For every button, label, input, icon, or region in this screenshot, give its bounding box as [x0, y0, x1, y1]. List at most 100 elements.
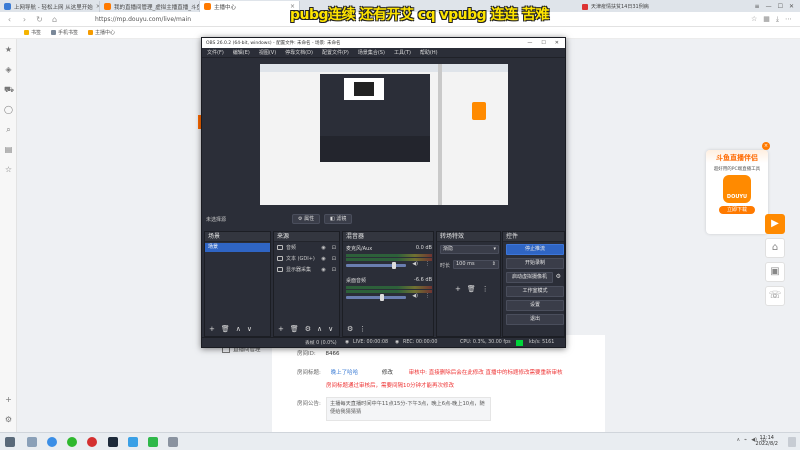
extensions-icon[interactable]: ▦	[763, 15, 770, 24]
menu-icon[interactable]: ≡	[755, 3, 760, 10]
source-item[interactable]: 显示器采集 ◉ ⊡	[274, 264, 339, 275]
settings-icon[interactable]: ⋮	[425, 293, 430, 299]
menu-view[interactable]: 视图(V)	[259, 49, 276, 56]
volume-slider-handle[interactable]	[392, 262, 396, 269]
edit-title-button[interactable]: 修改	[382, 370, 393, 376]
transition-type-select[interactable]: 渐隐 ▾	[440, 245, 499, 254]
network-icon[interactable]: ⌁	[744, 437, 747, 444]
wechat-icon[interactable]	[148, 437, 158, 447]
add-icon[interactable]: +	[455, 285, 461, 293]
move-up-icon[interactable]: ∧	[317, 325, 322, 333]
browser-icon[interactable]	[47, 437, 57, 447]
menu-scene-collection[interactable]: 场景集合(S)	[358, 49, 385, 56]
lock-icon[interactable]: ⊡	[332, 267, 336, 273]
delete-icon[interactable]: 🗑	[221, 325, 230, 333]
visibility-eye-icon[interactable]: ◉	[321, 267, 325, 273]
360-browser-icon[interactable]	[67, 437, 77, 447]
customer-service-icon[interactable]: ☏	[765, 286, 785, 306]
close-icon[interactable]: ✕	[555, 40, 559, 46]
properties-button[interactable]: ⚙ 属性	[292, 214, 321, 224]
settings-button[interactable]: 设置	[506, 300, 564, 311]
menu-edit[interactable]: 编辑(E)	[233, 49, 250, 56]
volume-slider[interactable]	[346, 262, 406, 269]
close-promo-icon[interactable]: ×	[762, 142, 770, 150]
maximize-icon[interactable]: ☐	[541, 40, 545, 46]
visibility-eye-icon[interactable]: ◉	[321, 256, 325, 262]
virtual-camera-settings-icon[interactable]: ⚙	[556, 273, 561, 280]
home-icon[interactable]: ⌂	[50, 15, 59, 24]
source-item[interactable]: 文本 (GDI+) ◉ ⊡	[274, 253, 339, 264]
tab-room-management[interactable]: 我的直播间管理_虚拟主播直播_斗鱼 ×	[100, 1, 200, 12]
start-recording-button[interactable]: 开始录制	[506, 258, 564, 269]
menu-help[interactable]: 帮助(H)	[420, 49, 438, 56]
bookmark-item[interactable]: 手机书签	[51, 29, 78, 36]
settings-icon[interactable]: ⚙	[305, 325, 311, 333]
obs-icon[interactable]	[108, 437, 118, 447]
speaker-icon[interactable]: ◀)	[412, 293, 418, 299]
windows-start-icon[interactable]	[5, 437, 15, 447]
tab-streamer-center[interactable]: 主播中心 ×	[200, 1, 300, 12]
news-ticker[interactable]: 天津疫情扶贫14日31例病	[582, 2, 649, 11]
minimize-icon[interactable]: —	[527, 40, 532, 46]
filters-button[interactable]: ◧ 滤镜	[324, 214, 353, 224]
menu-icon[interactable]: ⋮	[359, 325, 366, 333]
obs-preview-canvas[interactable]	[260, 64, 508, 205]
more-icon[interactable]: ⋯	[785, 15, 792, 24]
media-player-icon[interactable]	[87, 437, 97, 447]
system-clock[interactable]: 11:14 2022/8/2	[756, 435, 778, 447]
bookmark-item[interactable]: 主播中心	[88, 29, 115, 36]
favorite-star-icon[interactable]: ☆	[751, 15, 757, 24]
menu-tools[interactable]: 工具(T)	[394, 49, 411, 56]
notification-icon[interactable]	[788, 437, 796, 447]
move-down-icon[interactable]: ∨	[247, 325, 252, 333]
lock-icon[interactable]: ⊡	[332, 256, 336, 262]
task-view-icon[interactable]	[27, 437, 37, 447]
maximize-icon[interactable]: ☐	[778, 3, 783, 10]
menu-docks[interactable]: 停靠文档(D)	[285, 49, 313, 56]
move-down-icon[interactable]: ∨	[328, 325, 333, 333]
tray-up-icon[interactable]: ∧	[737, 437, 741, 444]
app-download-icon[interactable]: ▣	[765, 262, 785, 282]
studio-mode-button[interactable]: 工作室模式	[506, 286, 564, 297]
shield-icon[interactable]	[168, 437, 178, 447]
douyu-companion-promo[interactable]: 斗鱼直播伴侣 超好用的PC端直播工具 DOUYU 立即下载	[706, 150, 768, 234]
visibility-eye-icon[interactable]: ◉	[321, 245, 325, 251]
book-icon[interactable]: ▤	[4, 145, 13, 154]
add-icon[interactable]: +	[209, 325, 215, 333]
add-icon[interactable]: +	[4, 395, 13, 404]
delete-icon[interactable]: 🗑	[290, 325, 299, 333]
settings-icon[interactable]: ⚙	[4, 415, 13, 424]
address-bar[interactable]: https://mp.douyu.com/live/main	[95, 16, 191, 23]
music-icon[interactable]	[128, 437, 138, 447]
scene-item[interactable]: 场景	[205, 243, 270, 252]
move-up-icon[interactable]: ∧	[236, 325, 241, 333]
home-icon[interactable]: ⌂	[765, 238, 785, 258]
volume-slider-handle[interactable]	[380, 294, 384, 301]
add-icon[interactable]: +	[278, 325, 284, 333]
live-play-icon[interactable]: ▶	[765, 214, 785, 234]
lock-icon[interactable]: ⊡	[332, 245, 336, 251]
cart-icon[interactable]: ⛟	[4, 85, 14, 94]
game-icon[interactable]: ◈	[4, 65, 13, 74]
delete-icon[interactable]: 🗑	[467, 285, 476, 293]
menu-profile[interactable]: 配置文件(P)	[322, 49, 349, 56]
stop-streaming-button[interactable]: 停止推流	[506, 244, 564, 255]
refresh-icon[interactable]: ↻	[35, 15, 44, 24]
bookmark-item[interactable]: 书签	[24, 29, 41, 36]
source-item[interactable]: 音频 ◉ ⊡	[274, 242, 339, 253]
download-icon[interactable]: ⤓	[776, 15, 779, 24]
tab-navigation[interactable]: 上网导航 - 轻松上网 从这里开始 ×	[0, 1, 100, 12]
start-virtual-camera-button[interactable]: 启动虚拟摄像机	[506, 272, 553, 283]
exit-button[interactable]: 退出	[506, 314, 564, 325]
bookmark-star-icon[interactable]: ☆	[4, 165, 13, 174]
room-notice-textarea[interactable]: 主播每天直播时间中午11点15分-下午3点，晚上6点-晚上10点，随便给我猜猜猜	[326, 397, 491, 421]
settings-icon[interactable]: ⋮	[425, 261, 430, 267]
forward-icon[interactable]: ›	[20, 15, 29, 24]
duration-input[interactable]: 100 ms ⇕	[453, 260, 499, 269]
chat-icon[interactable]: ◯	[4, 105, 13, 114]
speaker-icon[interactable]: ◀)	[412, 261, 418, 267]
advanced-audio-icon[interactable]: ⚙	[347, 325, 353, 333]
close-window-icon[interactable]: ✕	[789, 3, 794, 10]
menu-icon[interactable]: ⋮	[482, 285, 489, 293]
volume-slider[interactable]	[346, 294, 406, 301]
